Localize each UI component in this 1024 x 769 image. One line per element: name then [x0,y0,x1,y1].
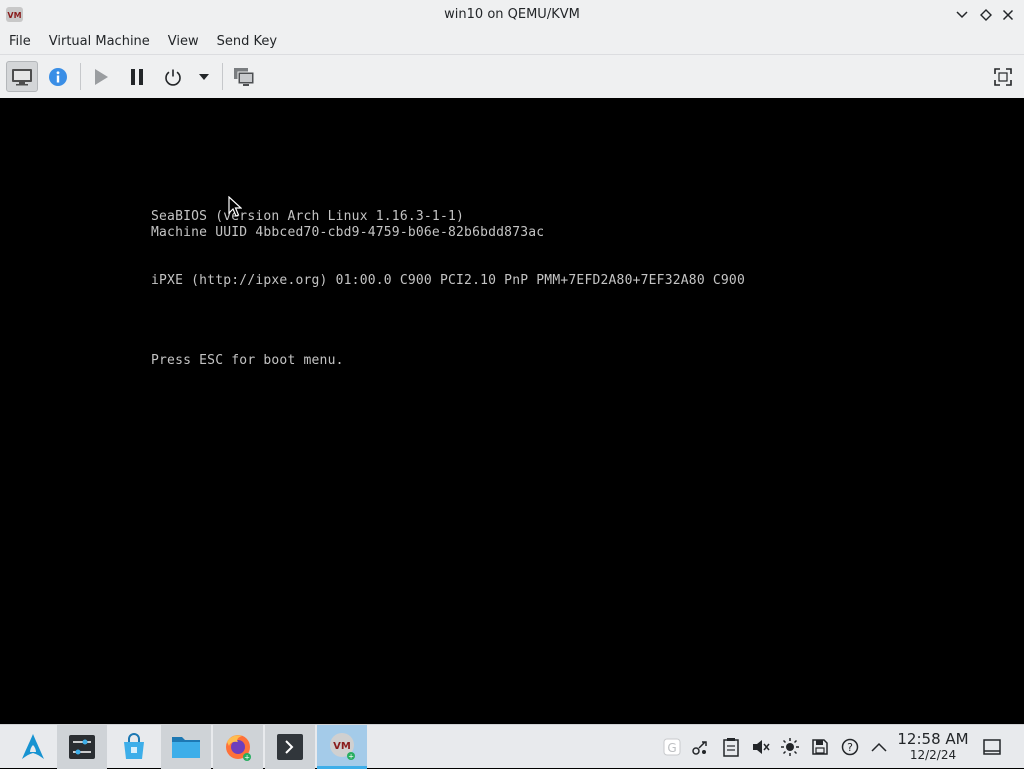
snapshots-icon [234,67,255,86]
power-icon [165,69,181,86]
menu-virtual-machine[interactable]: Virtual Machine [40,29,159,54]
toolbar-separator [80,63,81,90]
svg-text:+: + [244,754,250,762]
tray-brightness[interactable] [780,737,800,757]
tray-expand[interactable] [869,737,889,757]
menu-send-key[interactable]: Send Key [208,29,286,54]
run-button[interactable] [88,61,114,92]
task-dolphin[interactable] [161,725,211,769]
konsole-terminal-icon [277,734,303,760]
close-icon [1002,9,1014,21]
task-system-settings[interactable] [57,725,107,769]
clipboard-icon: G [663,738,681,756]
tray-storage[interactable] [810,737,830,757]
brightness-icon [781,738,799,756]
dolphin-files-icon [172,737,200,758]
fullscreen-button[interactable] [990,61,1016,92]
details-info-icon [49,67,67,86]
console-line-ipxe: iPXE (http://ipxe.org) 01:00.0 C900 PCI2… [151,273,745,288]
shutdown-button[interactable] [160,61,186,92]
application-launcher[interactable] [8,725,58,769]
expand-tray-icon [871,742,887,752]
mouse-pointer-icon [228,196,242,217]
console-view-button[interactable] [6,61,38,92]
task-firefox[interactable]: + [213,725,263,769]
window-title: win10 on QEMU/KVM [444,7,580,22]
tray-help[interactable]: ? [840,737,860,757]
firefox-icon: + [226,735,251,762]
title-bar[interactable]: VM win10 on QEMU/KVM [0,0,1024,29]
snapshots-button[interactable] [231,61,257,92]
pause-button[interactable] [124,61,150,92]
shutdown-menu-button[interactable] [194,61,214,92]
taskbar: + VM + G ? [0,724,1024,769]
menu-view[interactable]: View [159,29,208,54]
console-line-machine-uuid: Machine UUID 4bbced70-cbd9-4759-b06e-82b… [151,225,545,240]
show-desktop-button[interactable] [982,737,1002,757]
clock-date[interactable]: 12/2/24 [890,748,976,762]
tray-clipboard[interactable]: G [662,737,682,757]
fullscreen-icon [994,67,1012,86]
pause-icon [131,68,143,85]
kde-connect-icon [692,741,707,755]
task-discover[interactable] [109,725,159,769]
svg-text:G: G [667,741,676,755]
console-line-bios-version: SeaBIOS (version Arch Linux 1.16.3-1-1) [151,209,465,224]
menu-bar: File Virtual Machine View Send Key [0,29,1024,54]
diamond-icon [980,9,992,21]
svg-text:VM: VM [333,741,351,752]
help-icon: ? [841,738,859,756]
menu-file[interactable]: File [0,29,40,54]
svg-text:+: + [348,752,354,760]
vm-console-display[interactable]: SeaBIOS (version Arch Linux 1.16.3-1-1) … [0,98,1024,724]
console-view-icon [12,68,32,85]
virt-manager-icon: VM+ [330,732,355,760]
show-desktop-icon [983,739,1001,755]
volume-muted-icon [753,740,770,754]
notes-icon [723,738,739,757]
discover-store-icon [124,733,144,759]
tray-volume[interactable] [751,737,771,757]
task-konsole[interactable] [265,725,315,769]
console-line-boot-menu-prompt: Press ESC for boot menu. [151,353,344,368]
maximize-button[interactable] [977,6,995,24]
toolbar-separator [222,63,223,90]
storage-icon [812,739,828,755]
svg-text:?: ? [847,741,853,754]
close-button[interactable] [999,6,1017,24]
tray-kde-connect[interactable] [690,737,710,757]
clock-time[interactable]: 12:58 AM [890,730,976,748]
shutdown-menu-arrow-icon [199,73,209,80]
details-button[interactable] [45,61,71,92]
tray-notes[interactable] [721,737,741,757]
arch-linux-launcher-icon [22,734,44,759]
task-virt-manager[interactable]: VM + [317,725,367,769]
run-play-icon [95,68,108,85]
chevron-down-icon [956,11,968,19]
system-settings-icon [69,735,95,759]
minimize-button[interactable] [953,6,971,24]
toolbar [0,54,1024,98]
